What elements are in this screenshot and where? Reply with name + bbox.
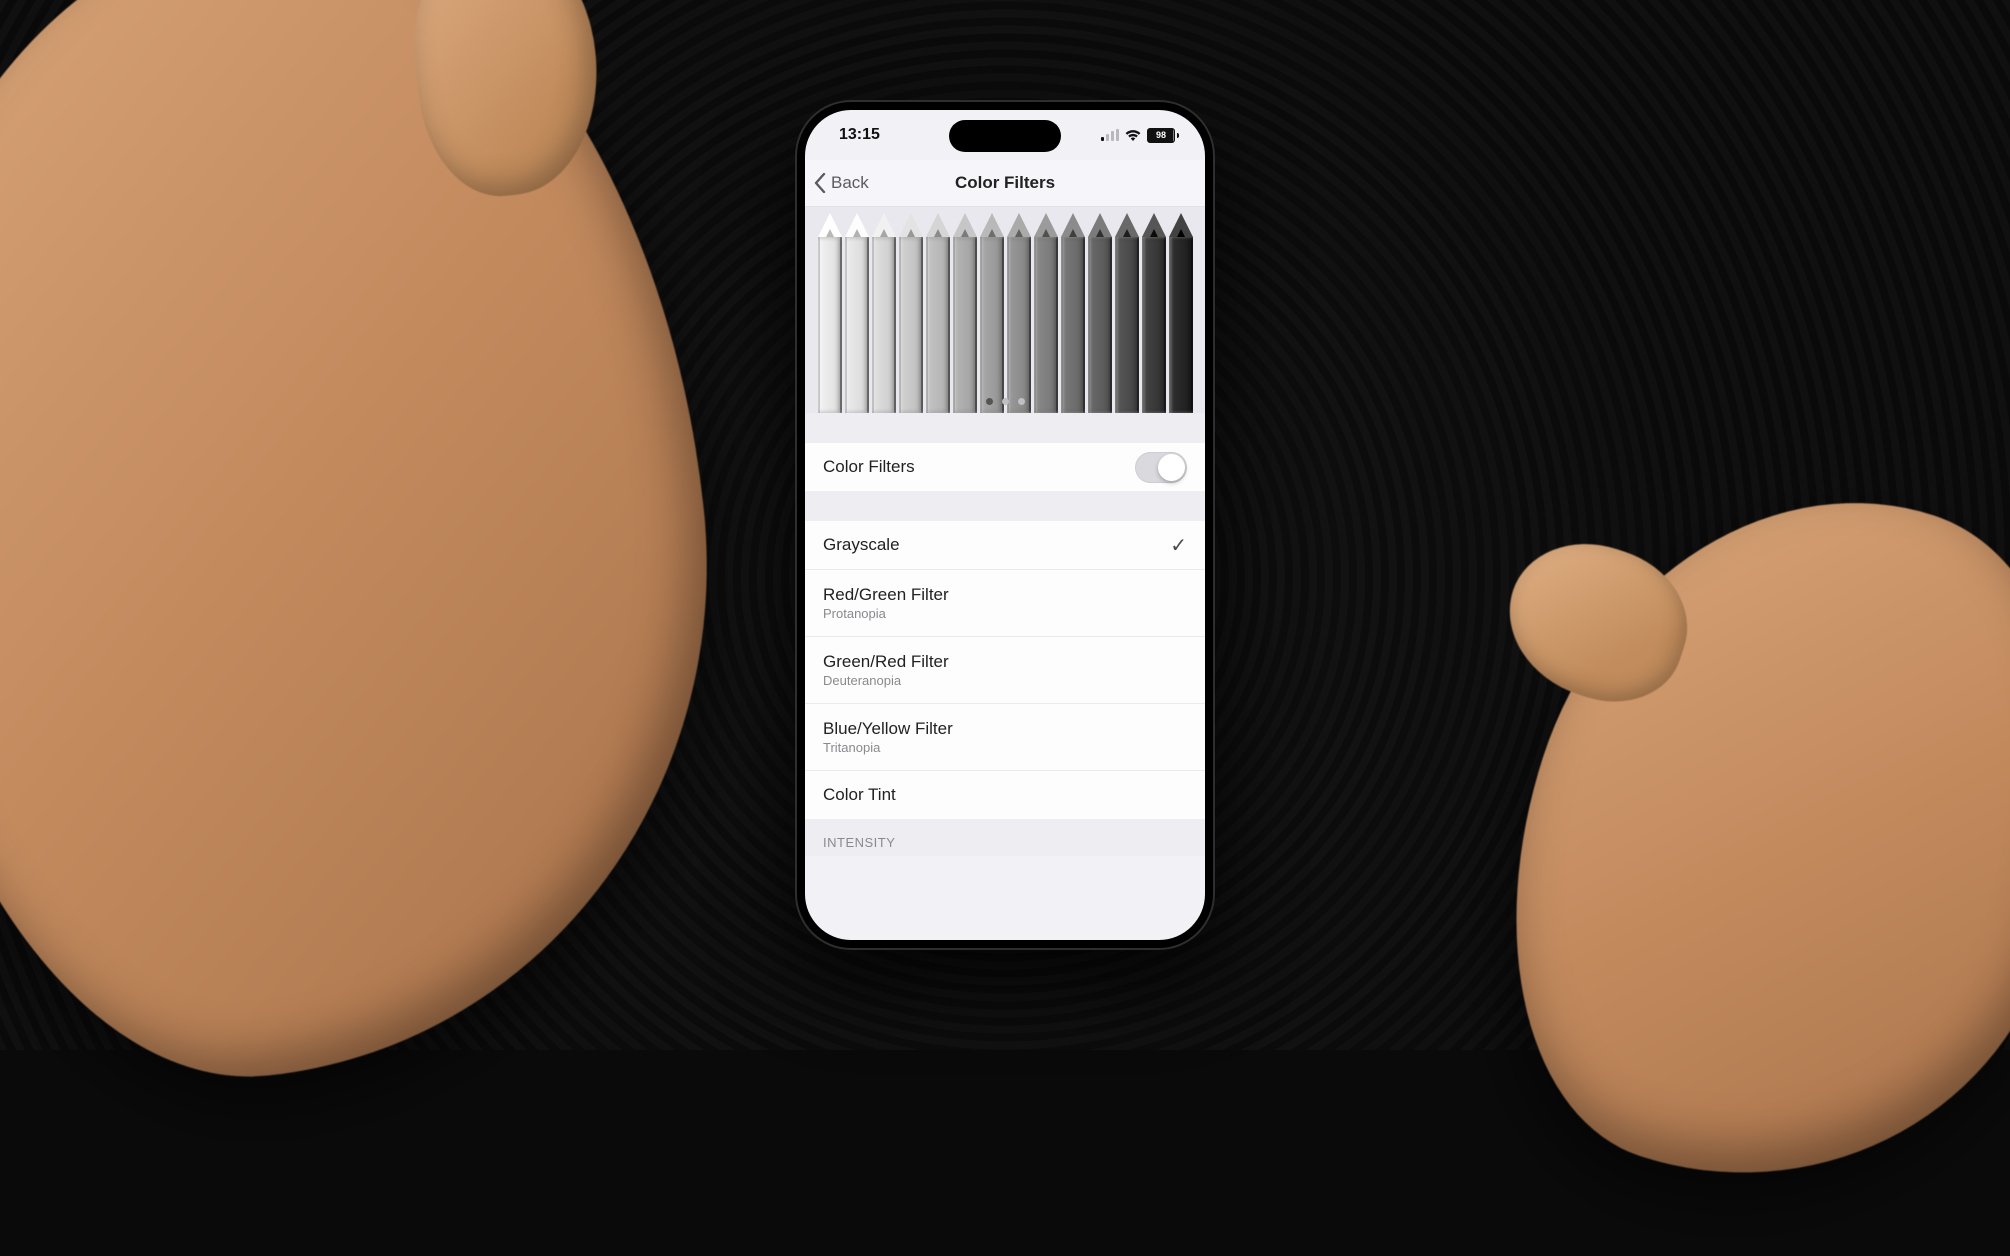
filter-option-label: Grayscale <box>823 535 1170 555</box>
chevron-left-icon <box>813 173 827 193</box>
filter-option-blue-yellow-filter[interactable]: Blue/Yellow FilterTritanopia <box>805 704 1205 771</box>
filter-option-subtitle: Protanopia <box>823 606 1187 621</box>
pencil <box>897 213 924 413</box>
pencil <box>924 213 951 413</box>
battery-icon: 98 <box>1147 128 1179 143</box>
pencil <box>1113 213 1140 413</box>
page-dot[interactable] <box>1018 398 1025 405</box>
color-filters-toggle-row[interactable]: Color Filters <box>805 443 1205 491</box>
intensity-section-header: INTENSITY <box>805 819 1205 856</box>
pencil <box>816 213 843 413</box>
pencil <box>1140 213 1167 413</box>
screen: 13:15 98 Back Color Filters <box>805 110 1205 940</box>
iphone-device: 13:15 98 Back Color Filters <box>795 100 1215 950</box>
pencil <box>843 213 870 413</box>
battery-percent: 98 <box>1156 130 1166 140</box>
pencils-row <box>805 207 1205 413</box>
status-time: 13:15 <box>839 126 880 144</box>
back-button[interactable]: Back <box>805 173 869 193</box>
group-separator <box>805 491 1205 521</box>
toggle-group: Color Filters <box>805 443 1205 491</box>
filter-option-label: Red/Green FilterProtanopia <box>823 585 1187 621</box>
filter-options-group: Grayscale✓ Red/Green FilterProtanopia Gree… <box>805 521 1205 819</box>
page-indicator[interactable] <box>805 398 1205 405</box>
wifi-icon <box>1125 129 1141 141</box>
filter-option-label: Green/Red FilterDeuteranopia <box>823 652 1187 688</box>
page-dot[interactable] <box>986 398 993 405</box>
filter-option-color-tint[interactable]: Color Tint <box>805 771 1205 819</box>
pencil <box>1032 213 1059 413</box>
pencil <box>951 213 978 413</box>
pencil <box>978 213 1005 413</box>
filter-option-subtitle: Tritanopia <box>823 740 1187 755</box>
status-right: 98 <box>1101 128 1179 143</box>
filter-preview[interactable] <box>805 207 1205 413</box>
filter-option-red-green-filter[interactable]: Red/Green FilterProtanopia <box>805 570 1205 637</box>
pencil <box>870 213 897 413</box>
checkmark-icon: ✓ <box>1170 533 1187 558</box>
toggle-switch[interactable] <box>1135 452 1187 483</box>
toggle-label: Color Filters <box>823 457 1135 477</box>
group-separator <box>805 413 1205 443</box>
pencil <box>1167 213 1194 413</box>
filter-option-label: Color Tint <box>823 785 1187 805</box>
dynamic-island <box>949 120 1061 152</box>
filter-option-green-red-filter[interactable]: Green/Red FilterDeuteranopia <box>805 637 1205 704</box>
cellular-signal-icon <box>1101 129 1119 141</box>
pencil <box>1059 213 1086 413</box>
pencil <box>1086 213 1113 413</box>
pencil <box>1005 213 1032 413</box>
filter-option-label: Blue/Yellow FilterTritanopia <box>823 719 1187 755</box>
page-dot[interactable] <box>1002 398 1009 405</box>
back-label: Back <box>831 173 869 193</box>
filter-option-grayscale[interactable]: Grayscale✓ <box>805 521 1205 570</box>
nav-bar: Back Color Filters <box>805 160 1205 207</box>
filter-option-subtitle: Deuteranopia <box>823 673 1187 688</box>
